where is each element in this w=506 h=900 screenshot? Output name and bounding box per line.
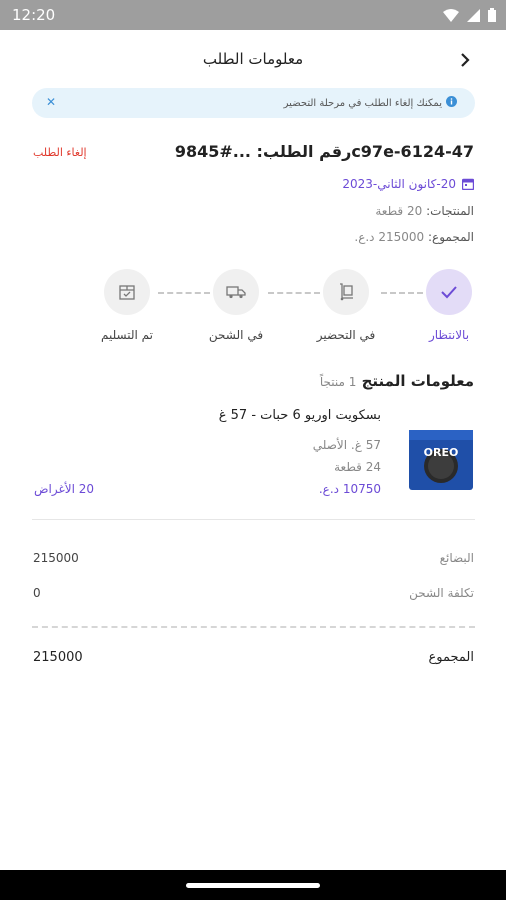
step-shipping [213, 269, 259, 315]
shipping-value: 0 [33, 586, 41, 600]
check-icon [441, 286, 457, 299]
app-bar: معلومات الطلب [0, 30, 506, 88]
product-count: 1 منتجاً [319, 375, 357, 389]
product-quantity: 24 قطعة [334, 460, 381, 474]
status-time: 12:20 [12, 6, 56, 24]
product-brand-text: OREO [424, 446, 459, 459]
step-label-delivered: تم التسليم [100, 328, 154, 342]
home-indicator[interactable] [186, 883, 320, 888]
step-delivered [104, 269, 150, 315]
products-count-row: المنتجات: 20 قطعة [375, 204, 474, 218]
order-date-text: 20-كانون الثاني-2023 [342, 177, 456, 191]
product-original: 57 غ. الأصلي [312, 438, 381, 452]
summary-total-value: 215000 [33, 650, 83, 665]
battery-icon [488, 8, 496, 22]
goods-label: البضائع [439, 551, 474, 565]
order-total-value: 215000 د.ع. [354, 230, 425, 244]
page-title: معلومات الطلب [202, 50, 304, 68]
dashed-divider [32, 626, 475, 628]
notice-message: يمكنك إلغاء الطلب في مرحلة التحضير [284, 96, 457, 109]
status-icons [443, 8, 496, 22]
chevron-right-icon [461, 53, 470, 67]
notice-text: يمكنك إلغاء الطلب في مرحلة التحضير [283, 98, 442, 109]
step-label-preparing: في التحضير [316, 328, 376, 342]
products-label: المنتجات: [426, 204, 474, 218]
product-card[interactable]: OREO بسكويت اوريو 6 حبات - 57 غ 57 غ. ال… [32, 408, 475, 508]
back-button[interactable] [460, 50, 470, 70]
truck-icon [226, 286, 246, 299]
step-label-waiting: بالانتظار [428, 328, 470, 342]
products-value: 20 قطعة [375, 204, 423, 218]
package-icon [119, 285, 135, 300]
goods-value: 215000 [33, 551, 79, 565]
step-connector [381, 292, 423, 294]
order-total-label: المجموع: [427, 230, 474, 244]
cancel-notice-banner: ✕ يمكنك إلغاء الطلب في مرحلة التحضير [32, 88, 475, 118]
product-price: 10750 د.ع. [318, 482, 381, 496]
hand-truck-icon [340, 283, 353, 301]
product-items-count: 20 الأغراض [34, 482, 95, 496]
calendar-icon [462, 178, 474, 190]
order-number: رقم الطلب: ...#9845c97e-6124-47 [174, 142, 474, 161]
order-date: 20-كانون الثاني-2023 [342, 177, 474, 191]
info-icon [446, 96, 457, 107]
cancel-order-link[interactable]: إلغاء الطلب [33, 146, 87, 159]
close-icon[interactable]: ✕ [46, 95, 56, 109]
order-status-stepper: بالانتظار في التحضير في الشحن تم التسليم [0, 266, 506, 356]
order-total-row: المجموع: 215000 د.ع. [354, 230, 474, 244]
wifi-icon [443, 8, 459, 22]
navigation-bar [0, 870, 506, 900]
step-label-shipping: في الشحن [208, 328, 264, 342]
shipping-label: تكلفة الشحن [409, 586, 474, 600]
step-connector [268, 292, 320, 294]
product-info-title: معلومات المنتج 1 منتجاً [320, 372, 474, 390]
product-name: بسكويت اوريو 6 حبات - 57 غ [218, 408, 381, 423]
status-bar: 12:20 [0, 0, 506, 30]
section-title-text: معلومات المنتج [361, 372, 474, 390]
summary-total-label: المجموع [428, 650, 474, 665]
step-preparing [323, 269, 369, 315]
divider [32, 519, 475, 520]
product-image: OREO [407, 426, 475, 494]
signal-icon [467, 8, 480, 22]
step-waiting [426, 269, 472, 315]
step-connector [158, 292, 210, 294]
